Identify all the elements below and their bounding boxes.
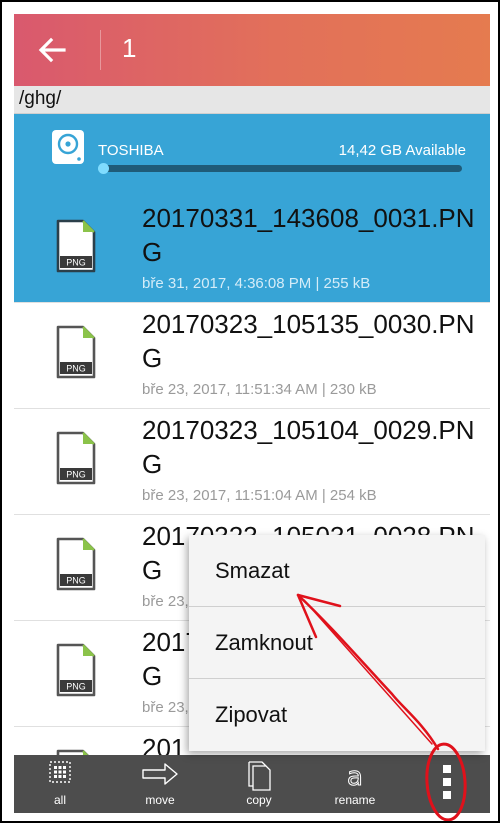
copy-button[interactable]: copy	[234, 755, 284, 813]
file-type-label: PNG	[66, 576, 86, 586]
rename-label: rename	[334, 793, 376, 807]
file-name: 20170323_105135_0030.PNG	[142, 309, 475, 373]
svg-text:a: a	[347, 762, 363, 791]
rename-button[interactable]: a rename	[320, 755, 390, 813]
file-type-label: PNG	[66, 682, 86, 692]
move-label: move	[145, 793, 175, 807]
png-file-icon: PNG	[56, 431, 96, 485]
menu-item-lock[interactable]: Zamknout	[189, 607, 485, 679]
move-button[interactable]: move	[130, 755, 190, 813]
menu-item-delete[interactable]: Smazat	[189, 535, 485, 607]
app-bar: 1	[14, 14, 490, 86]
storage-available: 14,42 GB Available	[338, 142, 466, 159]
more-vertical-icon	[443, 765, 451, 799]
copy-icon	[248, 761, 271, 791]
file-name: 20170323_105104_0029.PNG	[142, 415, 475, 479]
menu-item-zip[interactable]: Zipovat	[189, 679, 485, 751]
storage-usage-track	[98, 165, 462, 172]
png-file-icon: PNG	[56, 643, 96, 697]
file-row[interactable]: PNG 20170323_105135_0030.PNG bře 23, 2017,…	[14, 303, 490, 409]
storage-usage-indicator	[98, 163, 109, 174]
appbar-divider	[100, 30, 101, 70]
path-breadcrumb: /ghg/	[14, 86, 490, 114]
arrow-right-icon	[142, 763, 178, 785]
select-all-label: all	[53, 793, 66, 807]
png-file-icon: PNG	[56, 325, 96, 379]
storage-name: TOSHIBA	[98, 142, 164, 159]
arrow-left-icon	[38, 37, 66, 63]
context-menu: Smazat Zamknout Zipovat	[189, 535, 485, 751]
app-frame: 1 /ghg/ TOSHIBA 14,42 GB Available PNG 20…	[0, 0, 500, 823]
rename-icon: a	[347, 762, 364, 792]
file-meta: bře 31, 2017, 4:36:08 PM | 255 kB	[142, 275, 371, 292]
bottom-toolbar: all move copy a rename	[14, 755, 490, 813]
select-all-button[interactable]: all	[40, 755, 80, 813]
back-button[interactable]	[34, 32, 70, 68]
file-meta: bře 23, 2017, 11:51:04 AM | 254 kB	[142, 487, 377, 504]
storage-header[interactable]: TOSHIBA 14,42 GB Available	[14, 114, 490, 197]
file-type-label: PNG	[66, 364, 86, 374]
png-file-icon: PNG	[56, 537, 96, 591]
png-file-icon: PNG	[56, 219, 96, 273]
file-row[interactable]: PNG 20170331_143608_0031.PNG bře 31, 2017,…	[14, 197, 490, 303]
file-name: 20170331_143608_0031.PNG	[142, 203, 475, 267]
appbar-title: 1	[122, 33, 137, 63]
file-meta: bře 23, 2017, 11:51:34 AM | 230 kB	[142, 381, 377, 398]
copy-label: copy	[246, 793, 272, 807]
file-row[interactable]: PNG 20170323_105104_0029.PNG bře 23, 2017,…	[14, 409, 490, 515]
grid-icon	[49, 761, 71, 783]
disk-icon	[52, 130, 84, 164]
more-options-button[interactable]	[430, 755, 464, 813]
file-type-label: PNG	[66, 470, 86, 480]
file-type-label: PNG	[66, 258, 86, 268]
